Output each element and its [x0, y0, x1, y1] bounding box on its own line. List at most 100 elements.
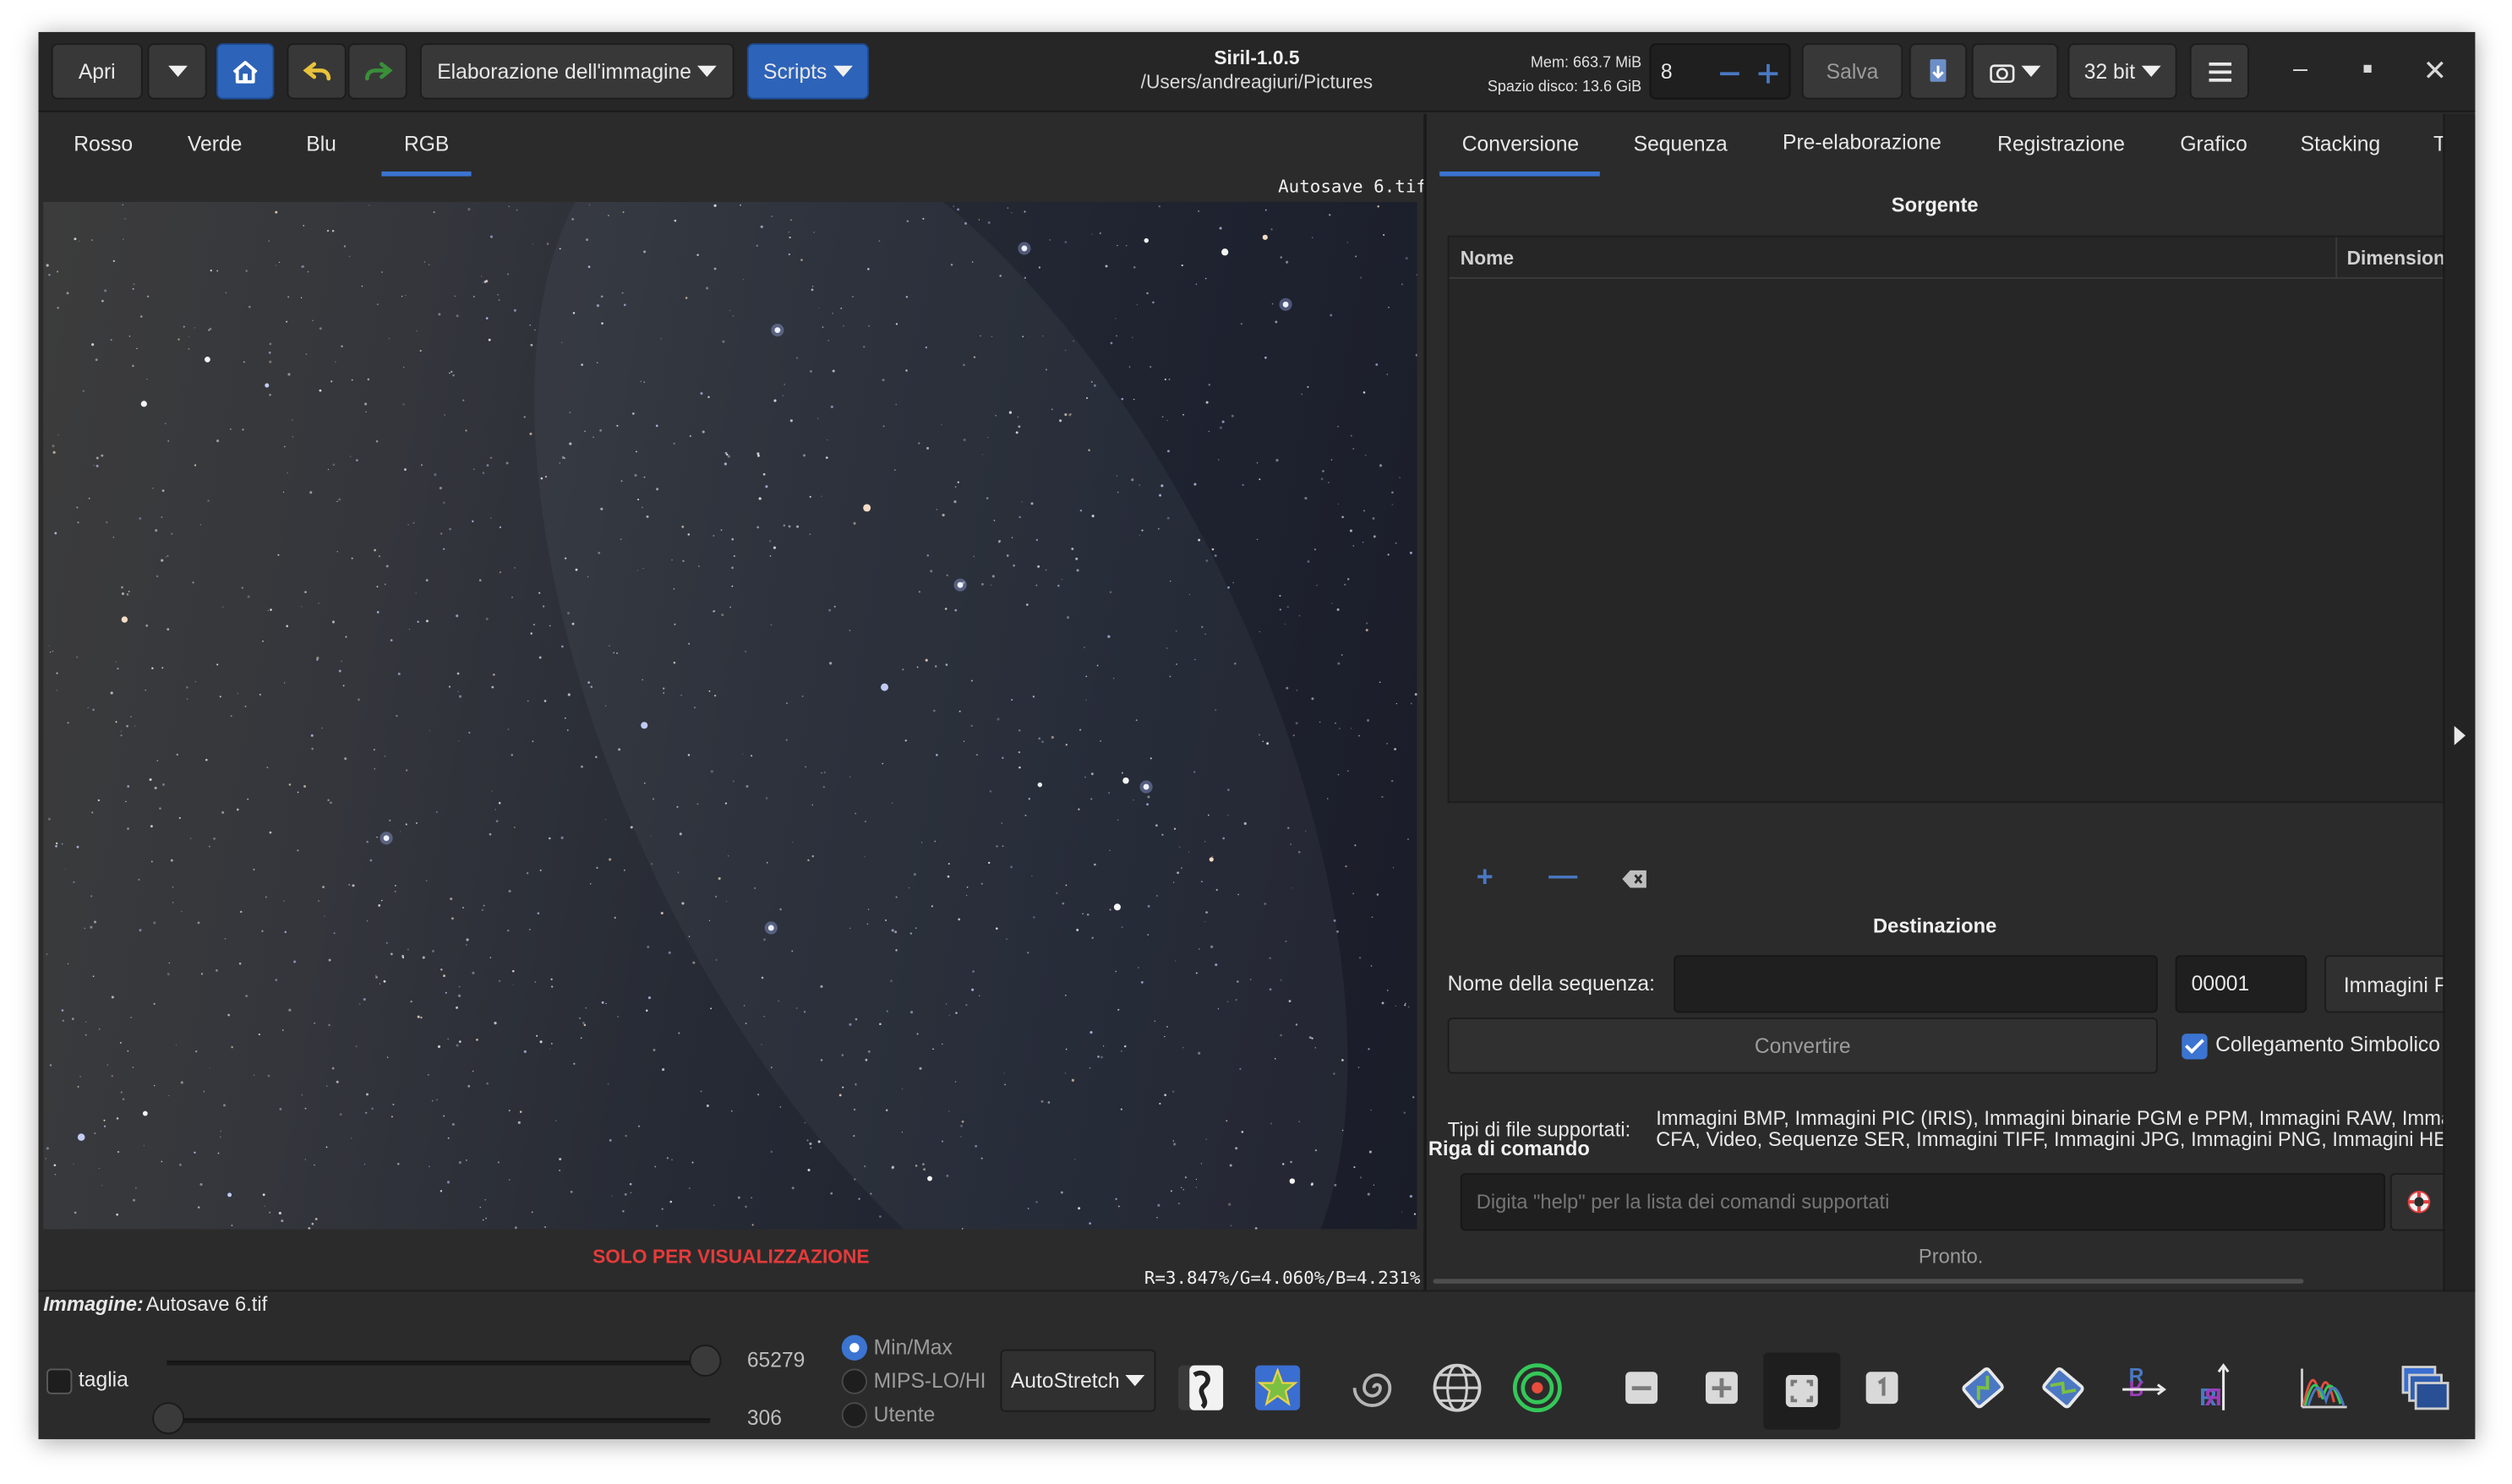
col-name[interactable]: Nome: [1461, 247, 1514, 270]
active-tab-indicator: [381, 171, 472, 177]
resource-info: Mem: 663.7 MiB Spazio disco: 13.6 GiB: [1436, 52, 1641, 100]
tab-registrazione[interactable]: Registrazione: [1997, 131, 2125, 155]
chevron-down-icon: [2021, 65, 2041, 78]
minmax-label: Min/Max: [873, 1334, 953, 1360]
galaxy-button[interactable]: [1345, 1356, 1409, 1420]
working-directory: /Users/andreagiuri/Pictures: [1140, 70, 1373, 93]
bitdepth-menu[interactable]: 32 bit: [2067, 43, 2177, 100]
mips-radio[interactable]: [841, 1368, 868, 1394]
tab-rosso[interactable]: Rosso: [74, 131, 133, 155]
open-button[interactable]: Apri: [51, 43, 143, 100]
home-icon: [232, 60, 258, 83]
mirror-x-button[interactable]: RR: [2111, 1356, 2176, 1420]
display-mode-select[interactable]: AutoStretch: [1000, 1349, 1156, 1412]
image-name: Autosave 6.tif: [145, 1293, 268, 1316]
low-slider-track[interactable]: [167, 1418, 711, 1423]
pixel-values: R=3.847%/G=4.060%/B=4.231%: [1144, 1267, 1421, 1289]
plate-solve-button[interactable]: [1425, 1356, 1489, 1420]
convert-button[interactable]: Convertire: [1447, 1018, 2158, 1074]
bottom-toolbar: Immagine: Autosave 6.tif taglia 65279 30…: [38, 1290, 2476, 1439]
rotate-left-button[interactable]: [1951, 1356, 2015, 1420]
user-radio[interactable]: [841, 1402, 868, 1428]
tab-rgb[interactable]: RGB: [404, 131, 449, 155]
expand-panel-icon[interactable]: [2454, 726, 2466, 745]
image-filename: Autosave 6.tif: [1278, 176, 1427, 198]
tab-pre-elaborazione[interactable]: Pre-elaborazione: [1783, 130, 1941, 154]
main-menu-button[interactable]: [2189, 43, 2249, 100]
star-icon: [1255, 1365, 1301, 1410]
home-button[interactable]: [216, 43, 275, 100]
mirror-y-button[interactable]: RR: [2192, 1356, 2256, 1420]
symlink-checkbox[interactable]: [2182, 1034, 2208, 1060]
tab-verde[interactable]: Verde: [188, 131, 242, 155]
galaxy-icon: [1352, 1373, 1392, 1407]
col-dimensions[interactable]: Dimensioni: [2347, 247, 2451, 270]
source-file-list[interactable]: Nome Dimensioni: [1447, 235, 2450, 804]
preview-notice: SOLO PER VISUALIZZAZIONE: [593, 1245, 870, 1268]
remove-file-icon[interactable]: —: [1548, 860, 1577, 889]
threads-spinner[interactable]: 8: [1649, 43, 1791, 100]
minmax-radio[interactable]: [841, 1334, 868, 1361]
image-processing-menu[interactable]: Elaborazione dell'immagine: [419, 43, 734, 100]
tab-conversione[interactable]: Conversione: [1462, 131, 1579, 155]
clear-list-icon[interactable]: [1622, 867, 1647, 896]
crop-checkbox[interactable]: [46, 1368, 73, 1394]
minimize-icon[interactable]: –: [2281, 52, 2320, 90]
scripts-menu[interactable]: Scripts: [746, 43, 869, 100]
command-line-title: Riga di comando: [1428, 1138, 1590, 1160]
chevron-down-icon: [697, 65, 718, 78]
zoom-fit-button[interactable]: [1763, 1352, 1841, 1430]
right-pane-scroll-strip[interactable]: [2443, 113, 2476, 1292]
redo-icon: [364, 61, 392, 80]
color-pick-button[interactable]: [1169, 1356, 1233, 1420]
mirror-x-icon: RR: [2122, 1366, 2166, 1399]
start-index-input[interactable]: 00001: [2175, 955, 2307, 1013]
tab-blu[interactable]: Blu: [306, 131, 336, 155]
high-value: 65279: [746, 1347, 805, 1372]
file-types-list: Immagini BMP, Immagini PIC (IRIS), Immag…: [1656, 1109, 2457, 1150]
zoom-fit-icon: [1785, 1375, 1818, 1407]
zoom-one-icon: [1865, 1372, 1898, 1405]
image-stack-button[interactable]: [2394, 1356, 2458, 1420]
image-canvas[interactable]: [43, 201, 1417, 1230]
sequence-name-input[interactable]: [1674, 955, 2158, 1013]
zoom-in-button[interactable]: [1690, 1356, 1754, 1420]
image-stack-icon: [2401, 1366, 2449, 1410]
close-icon[interactable]: ✕: [2416, 52, 2455, 90]
high-slider-knob[interactable]: [689, 1344, 722, 1377]
horizontal-scrollbar[interactable]: [1433, 1279, 2304, 1284]
memory-usage: Mem: 663.7 MiB: [1530, 54, 1642, 73]
star-tool-button[interactable]: [1246, 1356, 1310, 1420]
zoom-1to1-button[interactable]: [1850, 1356, 1914, 1420]
histogram-button[interactable]: [2292, 1356, 2356, 1420]
tab-stacking[interactable]: Stacking: [2301, 131, 2381, 155]
maximize-icon[interactable]: ■: [2349, 52, 2388, 90]
disk-space: Spazio disco: 13.6 GiB: [1487, 78, 1642, 96]
zoom-out-button[interactable]: [1609, 1356, 1674, 1420]
siril-window: Apri Elaborazione dell'immagine Scripts …: [38, 31, 2476, 1439]
tab-grafico[interactable]: Grafico: [2180, 131, 2247, 155]
save-as-button[interactable]: [1909, 43, 1968, 100]
tab-sequenza[interactable]: Sequenza: [1634, 131, 1728, 155]
rotate-right-button[interactable]: [2031, 1356, 2095, 1420]
high-slider-track[interactable]: [167, 1360, 711, 1366]
redo-button[interactable]: [347, 43, 407, 100]
chevron-down-icon: [167, 65, 187, 78]
minus-icon[interactable]: [1720, 72, 1739, 76]
window-title: Siril-1.0.5 /Users/andreagiuri/Pictures: [1064, 46, 1449, 93]
undo-button[interactable]: [287, 43, 347, 100]
save-button[interactable]: Salva: [1801, 43, 1903, 100]
rotate-left-icon: [1962, 1367, 2004, 1409]
undo-icon: [302, 61, 330, 80]
add-files-icon[interactable]: +: [1477, 862, 1494, 891]
user-label: Utente: [873, 1402, 936, 1427]
photometry-button[interactable]: [1505, 1356, 1570, 1420]
command-input[interactable]: [1460, 1173, 2386, 1231]
low-slider-knob[interactable]: [152, 1402, 185, 1435]
recent-files-button[interactable]: [147, 43, 207, 100]
snapshot-button[interactable]: [1971, 43, 2059, 100]
image-processing-label: Elaborazione dell'immagine: [437, 59, 691, 84]
help-button[interactable]: [2389, 1173, 2449, 1231]
chevron-down-icon: [833, 65, 853, 78]
crop-label: taglia: [78, 1367, 128, 1391]
